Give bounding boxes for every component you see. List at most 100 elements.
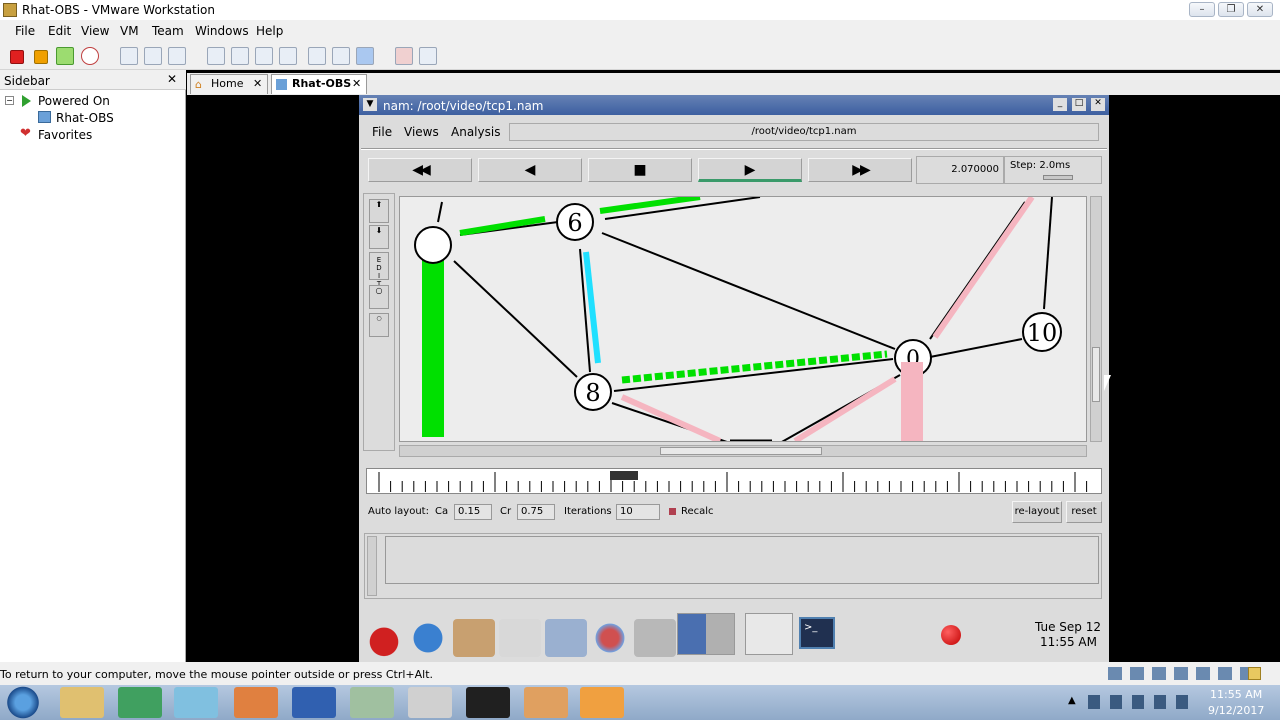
minimize-button[interactable]: – xyxy=(1189,2,1215,17)
snapshot-icon[interactable] xyxy=(120,47,138,65)
red-status-icon[interactable] xyxy=(941,625,961,645)
app-taskbar-icon[interactable] xyxy=(580,687,624,718)
edit-tool-button[interactable]: E D I T xyxy=(369,252,389,288)
zoom-out-icon[interactable]: ⬇ xyxy=(369,225,389,249)
summary-view-icon[interactable] xyxy=(332,47,350,65)
notepad-taskbar-icon[interactable] xyxy=(118,687,162,718)
zoom-in-icon[interactable]: ⬆ xyxy=(369,199,389,223)
cmd-taskbar-icon[interactable] xyxy=(466,687,510,718)
start-button[interactable] xyxy=(4,685,42,720)
stop-button[interactable]: ■ xyxy=(588,158,692,182)
reset-button[interactable]: reset xyxy=(1066,501,1102,523)
window-list-icon[interactable] xyxy=(745,613,793,655)
power-off-icon[interactable] xyxy=(10,50,24,64)
vertical-scroll-thumb[interactable] xyxy=(1092,347,1100,402)
menu-file[interactable]: File xyxy=(15,24,35,38)
message-log-icon[interactable] xyxy=(1248,667,1261,680)
sidebar-toggle-icon[interactable] xyxy=(207,47,225,65)
ca-input[interactable]: 0.15 xyxy=(454,504,492,520)
menu-vm[interactable]: VM xyxy=(120,24,139,38)
unity-icon[interactable] xyxy=(279,47,297,65)
annotation-scrollbar[interactable] xyxy=(367,536,377,596)
java-taskbar-icon[interactable] xyxy=(524,687,568,718)
cr-input[interactable]: 0.75 xyxy=(517,504,555,520)
team-icon[interactable] xyxy=(395,47,413,65)
revert-snapshot-icon[interactable] xyxy=(144,47,162,65)
link-top-left xyxy=(437,201,443,223)
timeline-slider[interactable] xyxy=(366,468,1102,494)
appliance-view-icon[interactable] xyxy=(356,47,374,65)
annotation-list[interactable] xyxy=(385,536,1099,584)
web-browser-icon[interactable] xyxy=(407,619,449,657)
console-view-icon[interactable] xyxy=(308,47,326,65)
quick-switch-icon[interactable] xyxy=(231,47,249,65)
horizontal-scrollbar[interactable] xyxy=(399,445,1087,457)
sidebar-item-powered-on[interactable]: Powered On xyxy=(38,94,110,108)
nam-minimize-button[interactable]: _ xyxy=(1053,98,1067,111)
office-writer-icon[interactable] xyxy=(545,619,587,657)
fast-forward-button[interactable]: ▶▶ xyxy=(808,158,912,182)
explorer-taskbar-icon[interactable] xyxy=(60,687,104,718)
terminal-icon[interactable]: >_ xyxy=(799,617,835,649)
tab-close-icon[interactable]: ✕ xyxy=(352,75,361,93)
small-node-tool-icon[interactable]: ○ xyxy=(369,313,389,337)
step-control[interactable]: Step: 2.0ms xyxy=(1004,156,1102,184)
power-on-icon[interactable] xyxy=(56,47,74,65)
step-slider[interactable] xyxy=(1043,175,1073,180)
tray-arrow-icon[interactable]: ▲ xyxy=(1068,695,1076,706)
vertical-scrollbar[interactable] xyxy=(1090,196,1102,442)
workspace-switcher[interactable] xyxy=(677,613,735,655)
pink-flow-8-bottom xyxy=(620,394,722,441)
menu-help[interactable]: Help xyxy=(256,24,283,38)
fullscreen-icon[interactable] xyxy=(255,47,273,65)
file-manager-icon[interactable] xyxy=(453,619,495,657)
tab-rhat-obs[interactable]: Rhat-OBS ✕ xyxy=(271,74,367,94)
iterations-input[interactable]: 10 xyxy=(616,504,660,520)
play-button[interactable]: ▶ xyxy=(698,158,802,182)
timeline-marker[interactable] xyxy=(610,471,638,480)
relayout-button[interactable]: re-layout xyxy=(1012,501,1062,523)
nam-close-button[interactable]: ✕ xyxy=(1091,98,1105,111)
team-settings-icon[interactable] xyxy=(419,47,437,65)
rewind-button[interactable]: ◀ xyxy=(478,158,582,182)
tray-icons[interactable] xyxy=(1088,695,1198,709)
redhat-menu-icon[interactable] xyxy=(363,619,405,657)
office-calc-icon[interactable] xyxy=(589,619,631,657)
snapshot-manager-icon[interactable] xyxy=(168,47,186,65)
vmware-taskbar-icon[interactable] xyxy=(350,687,394,718)
annotation-pane[interactable] xyxy=(364,533,1102,599)
node-left[interactable] xyxy=(414,226,452,264)
document-taskbar-icon[interactable] xyxy=(408,687,452,718)
text-editor-icon[interactable] xyxy=(499,619,541,657)
tab-close-icon[interactable]: ✕ xyxy=(253,75,262,93)
nam-menu-views[interactable]: Views xyxy=(404,125,439,139)
nam-menu-file[interactable]: File xyxy=(372,125,392,139)
matlab-taskbar-icon[interactable] xyxy=(234,687,278,718)
horizontal-scroll-thumb[interactable] xyxy=(660,447,822,455)
menu-edit[interactable]: Edit xyxy=(48,24,71,38)
network-graph[interactable]: 6 8 10 0 xyxy=(400,197,1087,442)
menu-view[interactable]: View xyxy=(81,24,109,38)
cr-label: Cr xyxy=(500,506,512,517)
window-menu-icon[interactable]: ▼ xyxy=(363,98,377,111)
menu-team[interactable]: Team xyxy=(152,24,184,38)
reset-icon[interactable] xyxy=(81,47,99,65)
recalc-checkbox[interactable] xyxy=(669,508,676,515)
nam-menu-analysis[interactable]: Analysis xyxy=(451,125,500,139)
network-canvas[interactable]: 6 8 10 0 xyxy=(399,196,1087,442)
print-manager-icon[interactable] xyxy=(634,619,676,657)
sidebar-close-icon[interactable]: ✕ xyxy=(167,72,177,86)
tab-home[interactable]: ⌂ Home ✕ xyxy=(190,74,268,94)
suspend-icon[interactable] xyxy=(34,50,48,64)
fast-rewind-button[interactable]: ◀◀ xyxy=(368,158,472,182)
notes-taskbar-icon[interactable] xyxy=(174,687,218,718)
sidebar-item-favorites[interactable]: Favorites xyxy=(38,128,92,142)
tree-expander-icon[interactable]: − xyxy=(5,96,14,105)
close-button[interactable]: ✕ xyxy=(1247,2,1273,17)
sidebar-item-rhat-obs[interactable]: Rhat-OBS xyxy=(56,111,114,125)
restore-button[interactable]: ❐ xyxy=(1218,2,1244,17)
menu-windows[interactable]: Windows xyxy=(195,24,249,38)
node-tool-icon[interactable]: ○ xyxy=(369,285,389,309)
nam-maximize-button[interactable]: □ xyxy=(1072,98,1086,111)
word-taskbar-icon[interactable] xyxy=(292,687,336,718)
